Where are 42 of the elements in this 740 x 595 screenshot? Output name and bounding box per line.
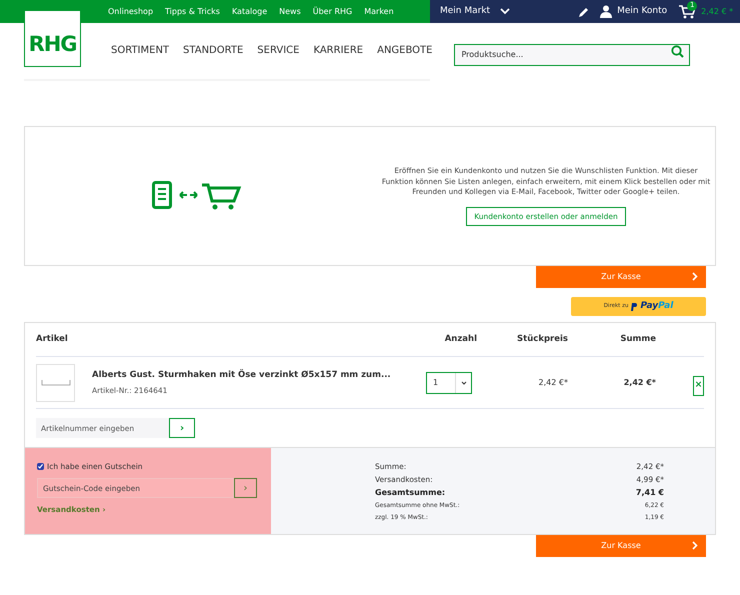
cart-total: 2,42 € * bbox=[701, 6, 734, 18]
logo[interactable]: RHG bbox=[24, 10, 81, 67]
checkout-button[interactable]: Zur Kasse bbox=[536, 266, 706, 288]
product-name[interactable]: Alberts Gust. Sturmhaken mit Öse verzinkt Ø5x157 mm zum... bbox=[92, 368, 426, 382]
add-article-button[interactable]: › bbox=[169, 418, 195, 438]
account-link[interactable]: Mein Konto bbox=[600, 4, 668, 18]
top-link[interactable]: Über RHG bbox=[312, 6, 352, 18]
column-header: Stückpreis bbox=[516, 333, 568, 346]
nav-link[interactable]: SERVICE bbox=[257, 43, 300, 58]
list-to-cart-icon bbox=[152, 181, 242, 211]
user-icon bbox=[600, 5, 612, 18]
column-header: Anzahl bbox=[444, 333, 478, 346]
top-link[interactable]: Onlineshop bbox=[108, 6, 154, 18]
nav-link[interactable]: STANDORTE bbox=[183, 43, 244, 58]
quantity-select[interactable]: 1 bbox=[426, 372, 472, 394]
search-icon[interactable] bbox=[671, 45, 684, 58]
chevron-icon bbox=[692, 272, 698, 281]
chevron-icon bbox=[692, 541, 698, 550]
nav-link[interactable]: ANGEBOTE bbox=[377, 43, 432, 58]
remove-button[interactable]: × bbox=[693, 376, 704, 396]
checkout-button[interactable]: Zur Kasse bbox=[536, 535, 706, 557]
hook-icon bbox=[40, 380, 70, 386]
top-link[interactable]: Marken bbox=[364, 6, 394, 18]
voucher-submit-button[interactable]: › bbox=[234, 478, 257, 498]
pencil-icon[interactable] bbox=[578, 6, 590, 18]
top-link[interactable]: Kataloge bbox=[232, 6, 268, 18]
chevron-down-icon bbox=[460, 380, 466, 384]
top-link[interactable]: Tipps & Tricks bbox=[165, 6, 220, 18]
summary-label: Gesamtsumme: bbox=[375, 486, 446, 498]
nav-link[interactable]: KARRIERE bbox=[313, 43, 364, 58]
paypal-logo-icon bbox=[631, 302, 638, 310]
voucher-checkbox[interactable] bbox=[37, 463, 44, 470]
top-link[interactable]: News bbox=[279, 6, 301, 18]
column-header: Artikel bbox=[36, 333, 69, 346]
chevron-down-icon bbox=[500, 8, 510, 15]
nav-link[interactable]: SORTIMENT bbox=[111, 43, 170, 58]
line-total: 2,42 €* bbox=[622, 376, 656, 388]
search-field[interactable]: Produktsuche... bbox=[454, 44, 690, 66]
column-header: Summe bbox=[619, 333, 656, 346]
market-dropdown[interactable]: Mein Markt bbox=[440, 4, 510, 18]
unit-price: 2,42 €* bbox=[538, 376, 568, 388]
summary-value: 7,41 € bbox=[636, 486, 664, 498]
